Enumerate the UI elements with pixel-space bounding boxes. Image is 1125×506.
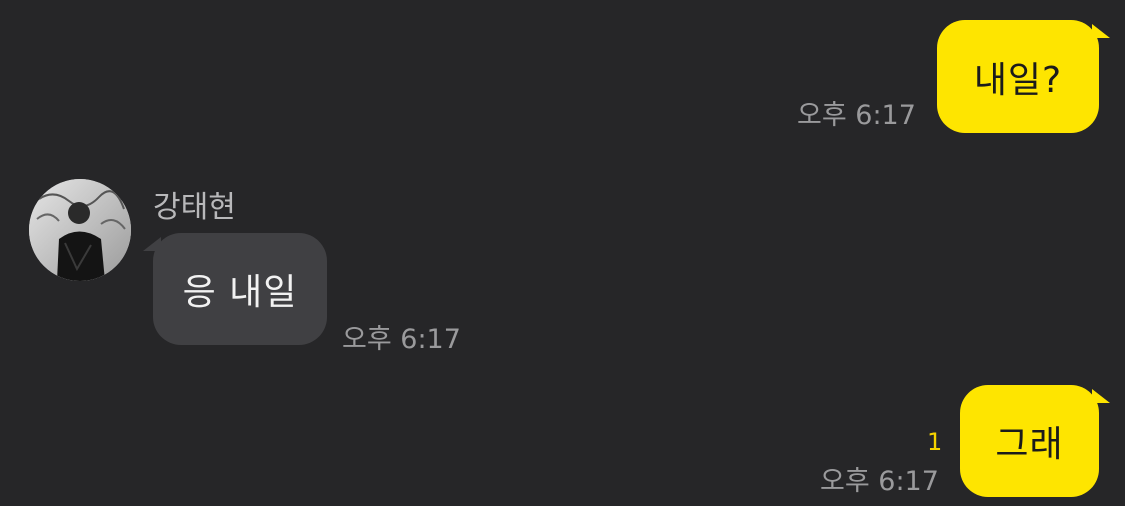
message-text: 내일? bbox=[973, 59, 1063, 101]
message-bubble-mine[interactable]: 그래 bbox=[960, 385, 1099, 497]
message-time: 오후 6:17 bbox=[797, 100, 916, 131]
bubble-tail bbox=[1092, 24, 1110, 38]
bubble-tail bbox=[1092, 389, 1110, 403]
chat-room: 내일? 오후 6:17 강태현 응 내일 오후 6:17 1 오후 6:17 그… bbox=[0, 0, 1125, 506]
sender-name: 강태현 bbox=[153, 190, 236, 225]
message-bubble-theirs[interactable]: 응 내일 bbox=[153, 233, 327, 345]
message-bubble-mine[interactable]: 내일? bbox=[937, 20, 1099, 133]
bubble-tail bbox=[143, 237, 161, 251]
message-time: 오후 6:17 bbox=[820, 466, 939, 497]
message-text: 응 내일 bbox=[182, 272, 298, 313]
message-time: 오후 6:17 bbox=[342, 324, 461, 355]
unread-count: 1 bbox=[927, 428, 943, 456]
message-text: 그래 bbox=[995, 424, 1064, 465]
avatar[interactable] bbox=[29, 179, 131, 281]
profile-photo-icon bbox=[29, 179, 131, 281]
